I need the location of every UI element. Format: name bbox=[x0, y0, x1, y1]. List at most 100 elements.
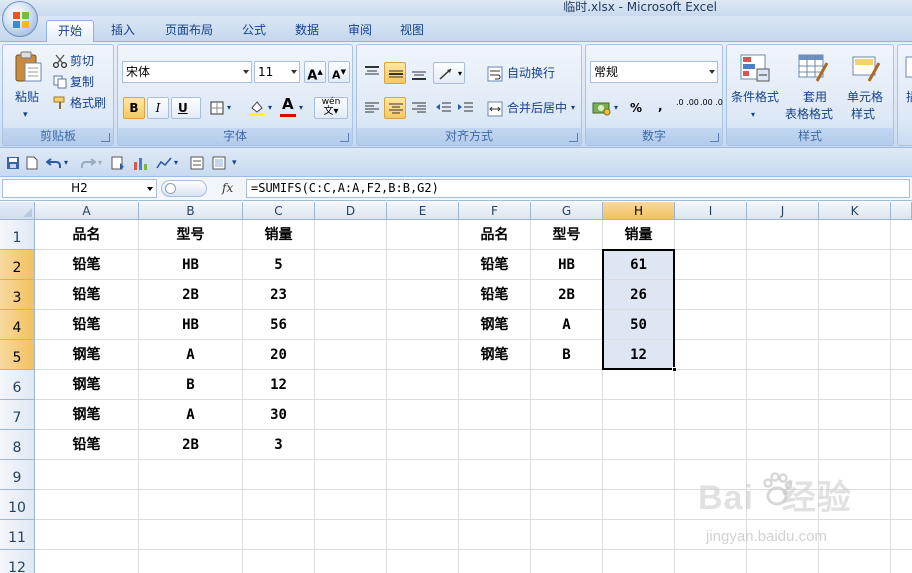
cell-a2[interactable]: 铅笔 bbox=[35, 250, 138, 279]
formula-input[interactable]: =SUMIFS(C:C,A:A,F2,B:B,G2) bbox=[246, 179, 910, 198]
insert-function-button[interactable]: fx bbox=[222, 181, 233, 195]
increase-indent-icon[interactable] bbox=[457, 100, 475, 116]
cell-f5[interactable]: 钢笔 bbox=[459, 340, 530, 369]
cell-styles-line2[interactable]: 样式 bbox=[851, 106, 875, 122]
cell-a4[interactable]: 铅笔 bbox=[35, 310, 138, 339]
paste-dropdown-icon[interactable]: ▾ bbox=[23, 107, 28, 123]
formula-bar-expander[interactable] bbox=[161, 180, 207, 197]
cell-h2[interactable]: 61 bbox=[603, 250, 674, 279]
font-launcher-icon[interactable] bbox=[340, 133, 349, 142]
cell-b2[interactable]: HB bbox=[139, 250, 242, 279]
row-header-2[interactable]: 2 bbox=[0, 250, 35, 280]
undo-dropdown-icon[interactable]: ▾ bbox=[64, 155, 68, 171]
cell-g5[interactable]: B bbox=[531, 340, 602, 369]
cell-g4[interactable]: A bbox=[531, 310, 602, 339]
save-icon[interactable] bbox=[6, 156, 20, 170]
row-header-4[interactable]: 4 bbox=[0, 310, 35, 340]
font-color-dropdown-icon[interactable]: ▾ bbox=[299, 100, 303, 116]
cell-c5[interactable]: 20 bbox=[243, 340, 314, 369]
comma-button[interactable]: , bbox=[658, 98, 663, 114]
cell-a3[interactable]: 铅笔 bbox=[35, 280, 138, 309]
cell-styles-line1[interactable]: 单元格 bbox=[847, 89, 883, 105]
column-header-g[interactable]: G bbox=[531, 202, 603, 220]
font-size-combo[interactable]: 11 bbox=[254, 61, 300, 83]
worksheet-grid[interactable]: ABCDEFGHIJK 1 2 3 4 5 6 7 8 9 10 11 12 品名 型号 销量 铅笔 HB 5 铅… bbox=[0, 202, 912, 573]
fill-color-dropdown-icon[interactable]: ▾ bbox=[268, 100, 272, 116]
office-button[interactable] bbox=[2, 1, 38, 37]
merge-center-button[interactable]: 合并后居中 bbox=[507, 100, 567, 116]
column-header-b[interactable]: B bbox=[139, 202, 243, 220]
sort-icon[interactable] bbox=[110, 155, 126, 171]
row-header-12[interactable]: 12 bbox=[0, 550, 35, 573]
font-color-button[interactable]: A bbox=[282, 96, 294, 112]
align-top-icon[interactable] bbox=[363, 65, 381, 81]
cell-c7[interactable]: 30 bbox=[243, 400, 314, 429]
borders-dropdown-icon[interactable]: ▾ bbox=[227, 100, 231, 116]
cell-a1[interactable]: 品名 bbox=[35, 220, 138, 249]
cell-b1[interactable]: 型号 bbox=[139, 220, 242, 249]
percent-button[interactable]: % bbox=[630, 100, 642, 116]
number-format-combo[interactable]: 常规 bbox=[590, 61, 718, 83]
cell-c6[interactable]: 12 bbox=[243, 370, 314, 399]
cell-b4[interactable]: HB bbox=[139, 310, 242, 339]
form-icon[interactable] bbox=[190, 156, 204, 170]
insert-button-partial[interactable]: 插 bbox=[906, 89, 912, 105]
borders-icon[interactable] bbox=[210, 101, 224, 115]
insert-cells-icon[interactable] bbox=[904, 55, 912, 81]
row-header-7[interactable]: 7 bbox=[0, 400, 35, 430]
number-launcher-icon[interactable] bbox=[710, 133, 719, 142]
line-chart-icon[interactable] bbox=[156, 155, 172, 171]
row-header-5[interactable]: 5 bbox=[0, 340, 35, 370]
row-header-1[interactable]: 1 bbox=[0, 220, 35, 250]
new-document-icon[interactable] bbox=[26, 156, 38, 170]
cut-button[interactable]: 剪切 bbox=[70, 53, 94, 69]
column-header-j[interactable]: J bbox=[747, 202, 819, 220]
undo-icon[interactable] bbox=[46, 156, 62, 170]
column-header-k[interactable]: K bbox=[819, 202, 891, 220]
cell-a7[interactable]: 钢笔 bbox=[35, 400, 138, 429]
select-all-button[interactable] bbox=[0, 202, 35, 220]
tab-data[interactable]: 数据 bbox=[284, 20, 330, 42]
wrap-text-button[interactable]: 自动换行 bbox=[507, 65, 555, 81]
column-header-a[interactable]: A bbox=[35, 202, 139, 220]
cell-h5[interactable]: 12 bbox=[603, 340, 674, 369]
cell-a6[interactable]: 钢笔 bbox=[35, 370, 138, 399]
align-middle-button[interactable] bbox=[384, 62, 406, 84]
cell-g3[interactable]: 2B bbox=[531, 280, 602, 309]
column-header-f[interactable]: F bbox=[459, 202, 531, 220]
conditional-formatting-button[interactable]: 条件格式 bbox=[731, 89, 779, 105]
paste-icon[interactable] bbox=[13, 51, 43, 83]
cell-b8[interactable]: 2B bbox=[139, 430, 242, 459]
cell-f1[interactable]: 品名 bbox=[459, 220, 530, 249]
cell-h3[interactable]: 26 bbox=[603, 280, 674, 309]
row-header-8[interactable]: 8 bbox=[0, 430, 35, 460]
row-header-10[interactable]: 10 bbox=[0, 490, 35, 520]
paste-label[interactable]: 粘贴 bbox=[15, 89, 39, 105]
decrease-indent-icon[interactable] bbox=[435, 100, 453, 116]
cell-f3[interactable]: 铅笔 bbox=[459, 280, 530, 309]
column-header-e[interactable]: E bbox=[387, 202, 459, 220]
cell-c2[interactable]: 5 bbox=[243, 250, 314, 279]
row-header-11[interactable]: 11 bbox=[0, 520, 35, 550]
cell-b7[interactable]: A bbox=[139, 400, 242, 429]
tab-insert[interactable]: 插入 bbox=[100, 20, 146, 42]
chart-icon[interactable] bbox=[132, 155, 150, 171]
cell-b3[interactable]: 2B bbox=[139, 280, 242, 309]
column-header-i[interactable]: I bbox=[675, 202, 747, 220]
cell-c1[interactable]: 销量 bbox=[243, 220, 314, 249]
tab-review[interactable]: 审阅 bbox=[338, 20, 382, 42]
tab-view[interactable]: 视图 bbox=[390, 20, 434, 42]
underline-button[interactable]: U bbox=[171, 97, 201, 119]
customize-qat-icon[interactable]: ▾ bbox=[232, 155, 237, 171]
decrease-decimal-button[interactable]: .00 .0 bbox=[700, 98, 723, 107]
tab-formulas[interactable]: 公式 bbox=[232, 20, 276, 42]
alignment-launcher-icon[interactable] bbox=[569, 133, 578, 142]
bold-button[interactable]: B bbox=[123, 97, 145, 119]
align-center-button[interactable] bbox=[384, 97, 406, 119]
conditional-formatting-dropdown-icon[interactable]: ▾ bbox=[751, 107, 755, 123]
phonetic-button[interactable]: wén 文▾ bbox=[314, 97, 348, 119]
format-as-table-line1[interactable]: 套用 bbox=[803, 89, 827, 105]
redo-dropdown-icon[interactable]: ▾ bbox=[98, 155, 102, 171]
row-header-3[interactable]: 3 bbox=[0, 280, 35, 310]
tab-home[interactable]: 开始 bbox=[46, 20, 94, 42]
